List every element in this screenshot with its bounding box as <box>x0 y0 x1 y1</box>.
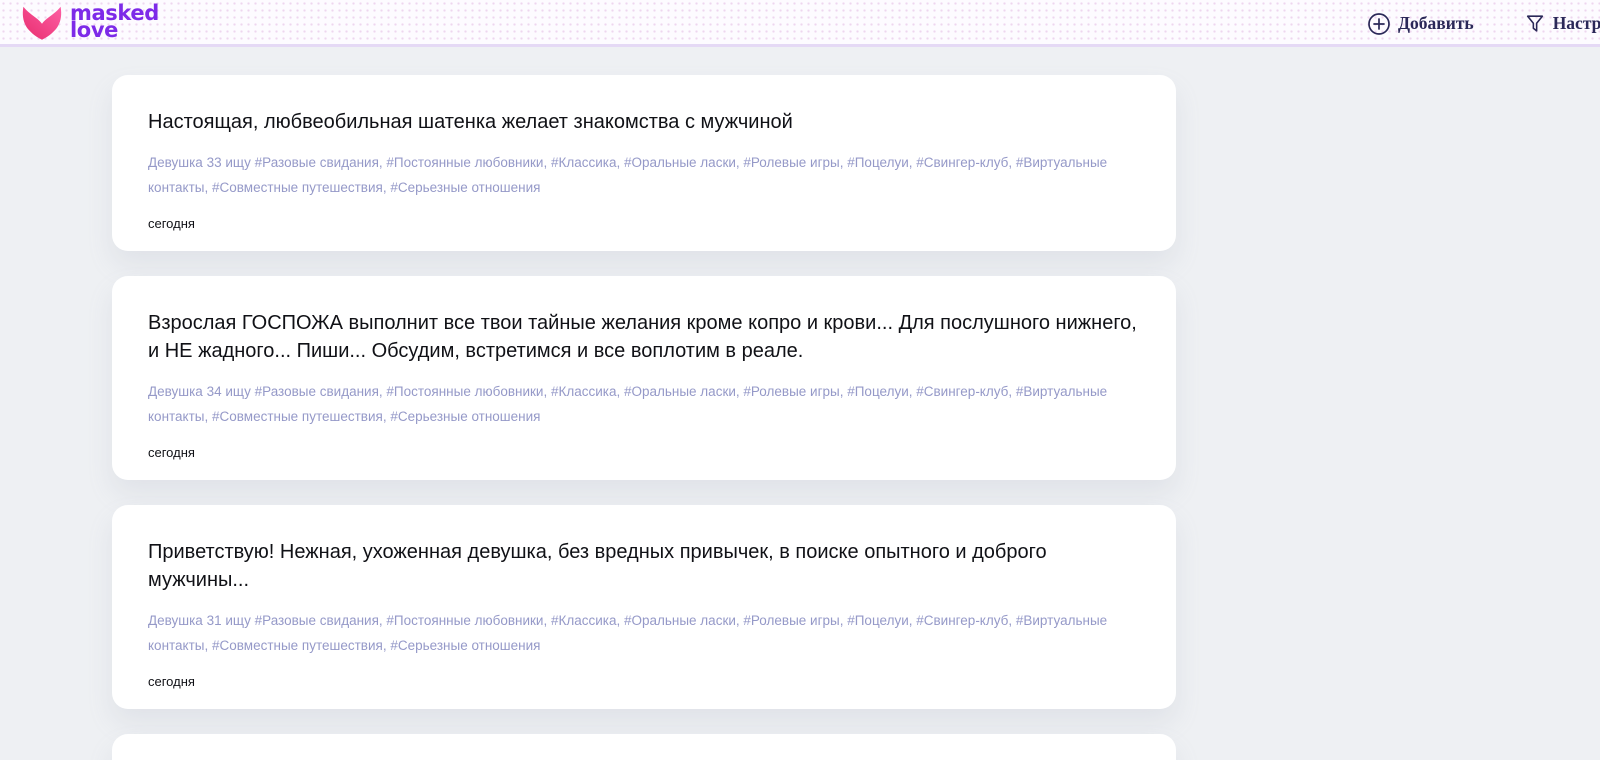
brand-logo[interactable]: masked love <box>20 2 159 42</box>
listing-card-partial[interactable] <box>112 734 1176 760</box>
plus-circle-icon <box>1367 12 1391 36</box>
top-bar: masked love Добавить Настроить <box>0 0 1600 47</box>
listing-card[interactable]: Настоящая, любвеобильная шатенка желает … <box>112 75 1176 251</box>
listings-feed: Настоящая, любвеобильная шатенка желает … <box>0 47 1600 760</box>
listing-date: сегодня <box>148 674 195 689</box>
filter-funnel-icon <box>1524 13 1546 35</box>
listing-card[interactable]: Приветствую! Нежная, ухоженная девушка, … <box>112 505 1176 709</box>
add-button[interactable]: Добавить <box>1367 12 1474 36</box>
listing-date: сегодня <box>148 445 195 460</box>
listing-title[interactable]: Взрослая ГОСПОЖА выполнит все твои тайны… <box>148 309 1140 365</box>
mask-logo-icon <box>20 2 64 42</box>
listing-date: сегодня <box>148 216 195 231</box>
listing-title[interactable]: Настоящая, любвеобильная шатенка желает … <box>148 108 1140 136</box>
filter-button[interactable]: Настроить <box>1524 13 1600 35</box>
filter-button-label: Настроить <box>1552 13 1600 33</box>
add-button-label: Добавить <box>1398 13 1474 33</box>
listing-title[interactable]: Приветствую! Нежная, ухоженная девушка, … <box>148 538 1140 594</box>
brand-name-line2: love <box>70 18 118 42</box>
listing-tags: Девушка 33 ищу #Разовые свидания, #Посто… <box>148 155 1108 195</box>
header-actions: Добавить Настроить <box>1367 0 1600 47</box>
brand-name: masked love <box>70 2 159 42</box>
listing-card[interactable]: Взрослая ГОСПОЖА выполнит все твои тайны… <box>112 276 1176 480</box>
listing-tags: Девушка 34 ищу #Разовые свидания, #Посто… <box>148 384 1108 424</box>
listing-tags: Девушка 31 ищу #Разовые свидания, #Посто… <box>148 613 1108 653</box>
